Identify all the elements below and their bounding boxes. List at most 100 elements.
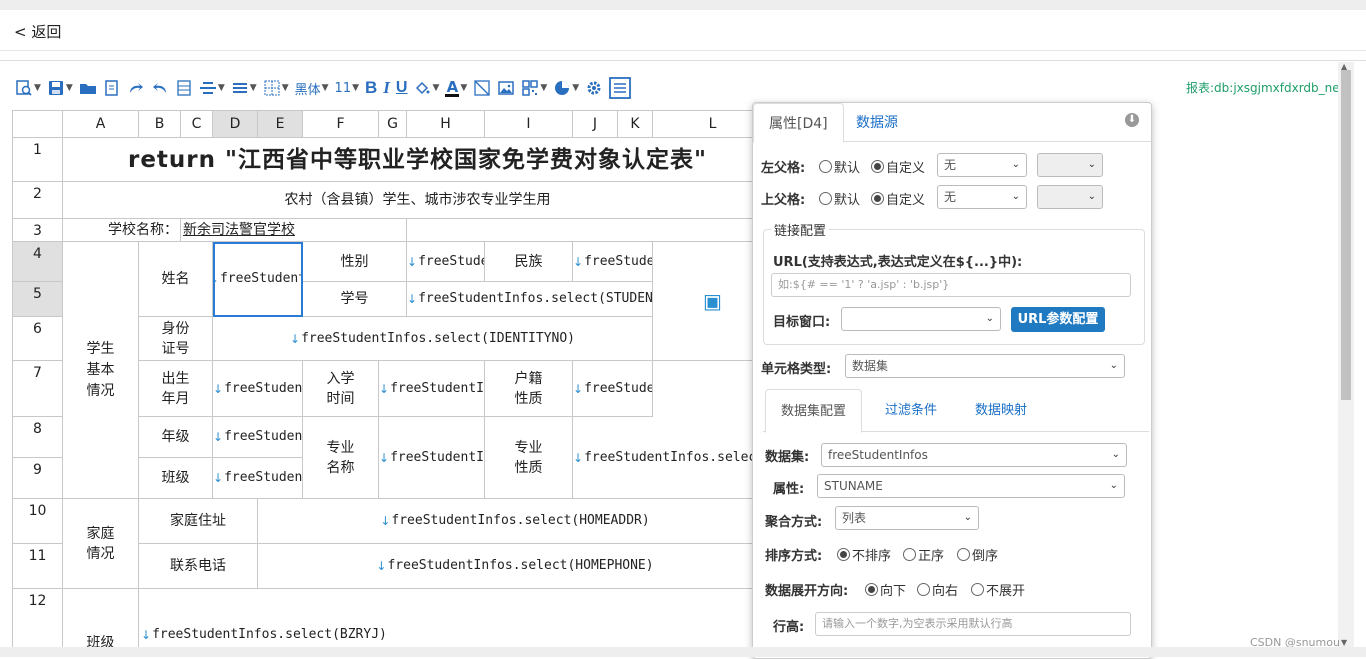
gender-label[interactable]: 性别 xyxy=(303,242,407,282)
cell-gender[interactable]: ↓freeStuder xyxy=(407,242,485,282)
underline-button[interactable]: U xyxy=(393,76,411,100)
left-parent-custom-radio[interactable]: 自定义 xyxy=(871,157,925,176)
top-parent-custom-radio[interactable]: 自定义 xyxy=(871,189,925,208)
sort-asc-radio[interactable]: 正序 xyxy=(903,545,944,564)
gear-icon[interactable] xyxy=(582,76,606,100)
clear-format-icon[interactable] xyxy=(470,76,494,100)
cell-major-nature[interactable]: ↓freeStudentInfos.select( xyxy=(573,417,753,499)
cell-phone[interactable]: ↓ freeStudentInfos.select(HOMEPHONE) xyxy=(258,544,753,589)
studentno-label[interactable]: 学号 xyxy=(303,282,407,317)
photo-cell[interactable]: ▣ xyxy=(653,242,753,361)
url-param-button[interactable]: URL参数配置 xyxy=(1011,307,1105,332)
cell-nation[interactable]: ↓freeStuden xyxy=(573,242,653,282)
top-parent-extra-select[interactable]: ⌄ xyxy=(1037,185,1103,209)
row-header-7[interactable]: 7 xyxy=(13,361,63,417)
sort-desc-radio[interactable]: 倒序 xyxy=(957,545,998,564)
col-header-k[interactable]: K xyxy=(618,111,653,138)
fill-color-icon[interactable]: ▼ xyxy=(410,76,442,100)
report-title[interactable]: return "江西省中等职业学校国家免学费对象认定表" xyxy=(63,138,753,182)
major-nature-label[interactable]: 专业 性质 xyxy=(485,417,573,499)
cell-class[interactable]: ↓ freeStudent xyxy=(213,458,303,499)
target-window-select[interactable]: ⌄ xyxy=(841,307,1001,331)
col-header-b[interactable]: B xyxy=(139,111,181,138)
redo-icon[interactable] xyxy=(124,76,148,100)
bold-button[interactable]: B xyxy=(362,76,380,100)
tab-data-mapping[interactable]: 数据映射 xyxy=(960,389,1042,431)
report-subtitle[interactable]: 农村（含县镇）学生、城市涉农专业学生用 xyxy=(63,182,753,219)
cell-huji[interactable]: ↓freeStuden xyxy=(573,361,653,417)
major-name-label[interactable]: 专业 名称 xyxy=(303,417,379,499)
valign-icon[interactable]: ▼ xyxy=(228,76,260,100)
chart-icon[interactable]: ▼ xyxy=(550,76,582,100)
row-header-2[interactable]: 2 xyxy=(13,182,63,219)
empty-cell-row3[interactable] xyxy=(407,219,753,242)
nation-label[interactable]: 民族 xyxy=(485,242,573,282)
cell-type-select[interactable]: 数据集 ⌄ xyxy=(845,354,1125,378)
scroll-thumb[interactable] xyxy=(1341,70,1351,400)
open-folder-icon[interactable] xyxy=(76,76,100,100)
tab-filter[interactable]: 过滤条件 xyxy=(870,389,952,431)
row-header-1[interactable]: 1 xyxy=(13,138,63,182)
collapse-icon[interactable]: ⬇ xyxy=(1125,113,1139,127)
birth-label[interactable]: 出生 年月 xyxy=(139,361,213,417)
left-parent-select[interactable]: 无 ⌄ xyxy=(937,153,1027,177)
col-header-l[interactable]: L xyxy=(653,111,753,138)
cell-enroll[interactable]: ↓freeStudentInf xyxy=(379,361,485,417)
row-header-9[interactable]: 9 xyxy=(13,458,63,499)
cell-studentno[interactable]: ↓ freeStudentInfos.select(STUDENTNO xyxy=(407,282,653,317)
home-addr-label[interactable]: 家庭住址 xyxy=(139,499,258,544)
family-label[interactable]: 家庭 情况 xyxy=(63,499,139,589)
phone-label[interactable]: 联系电话 xyxy=(139,544,258,589)
font-color-icon[interactable]: A ▼ xyxy=(442,76,470,100)
school-name[interactable]: 新余司法警官学校 xyxy=(181,219,407,242)
class-label[interactable]: 班级 xyxy=(139,458,213,499)
cell-idno[interactable]: ↓ freeStudentInfos.select(IDENTITYNO) xyxy=(213,317,653,361)
attr-select[interactable]: STUNAME ⌄ xyxy=(817,474,1125,498)
font-family-select[interactable]: 黑体 ▼ xyxy=(292,76,332,100)
huji-label[interactable]: 户籍 性质 xyxy=(485,361,573,417)
col-header-c[interactable]: C xyxy=(181,111,213,138)
col-header-i[interactable]: I xyxy=(485,111,573,138)
col-header-a[interactable]: A xyxy=(63,111,139,138)
tab-datasource[interactable]: 数据源 xyxy=(841,103,913,141)
row-header-10[interactable]: 10 xyxy=(13,499,63,544)
left-parent-extra-select[interactable]: ⌄ xyxy=(1037,153,1103,177)
cell-d4-name[interactable]: ↓freeStudent xyxy=(213,242,303,317)
col-header-j[interactable]: J xyxy=(573,111,618,138)
expand-down-radio[interactable]: 向下 xyxy=(865,580,906,599)
preview-icon[interactable]: ▼ xyxy=(12,76,44,100)
col-header-d[interactable]: D xyxy=(213,111,258,138)
row-header-4[interactable]: 4 xyxy=(13,242,63,282)
enroll-label[interactable]: 入学 时间 xyxy=(303,361,379,417)
row-height-input[interactable]: 请输入一个数字,为空表示采用默认行高 xyxy=(815,612,1131,636)
sort-none-radio[interactable]: 不排序 xyxy=(837,545,891,564)
tab-properties[interactable]: 属性[D4] xyxy=(753,103,844,143)
row-header-3[interactable]: 3 xyxy=(13,219,63,242)
top-parent-default-radio[interactable]: 默认 xyxy=(819,189,860,208)
aggregation-select[interactable]: 列表 ⌄ xyxy=(835,506,979,530)
row-header-11[interactable]: 11 xyxy=(13,544,63,589)
property-panel-icon[interactable] xyxy=(606,76,634,100)
idno-label[interactable]: 身份 证号 xyxy=(139,317,213,361)
class-bottom-label[interactable]: 班级 xyxy=(63,589,139,648)
row-header-8[interactable]: 8 xyxy=(13,417,63,458)
grade-label[interactable]: 年级 xyxy=(139,417,213,458)
row-header-5[interactable]: 5 xyxy=(13,282,63,317)
expand-none-radio[interactable]: 不展开 xyxy=(971,580,1025,599)
col-header-e[interactable]: E xyxy=(258,111,303,138)
url-input[interactable]: 如:${# == '1' ? 'a.jsp' : 'b.jsp'} xyxy=(771,273,1131,297)
row-header-12[interactable]: 12 xyxy=(13,589,63,648)
image-icon[interactable] xyxy=(494,76,518,100)
cell-grade[interactable]: ↓ freeStudent xyxy=(213,417,303,458)
cell-birth[interactable]: ↓ freeStudent xyxy=(213,361,303,417)
col-header-g[interactable]: G xyxy=(379,111,407,138)
student-basic-label[interactable]: 学生 基本 情况 xyxy=(63,242,139,499)
save-icon[interactable]: ▼ xyxy=(44,76,76,100)
export-icon[interactable] xyxy=(100,76,124,100)
col-header-f[interactable]: F xyxy=(303,111,379,138)
cell-homeaddr[interactable]: ↓ freeStudentInfos.select(HOMEADDR) xyxy=(258,499,753,544)
school-label[interactable]: 学校名称： xyxy=(63,219,181,242)
row-header-6[interactable]: 6 xyxy=(13,317,63,361)
align-center-icon[interactable]: ▼ xyxy=(196,76,228,100)
undo-icon[interactable] xyxy=(148,76,172,100)
